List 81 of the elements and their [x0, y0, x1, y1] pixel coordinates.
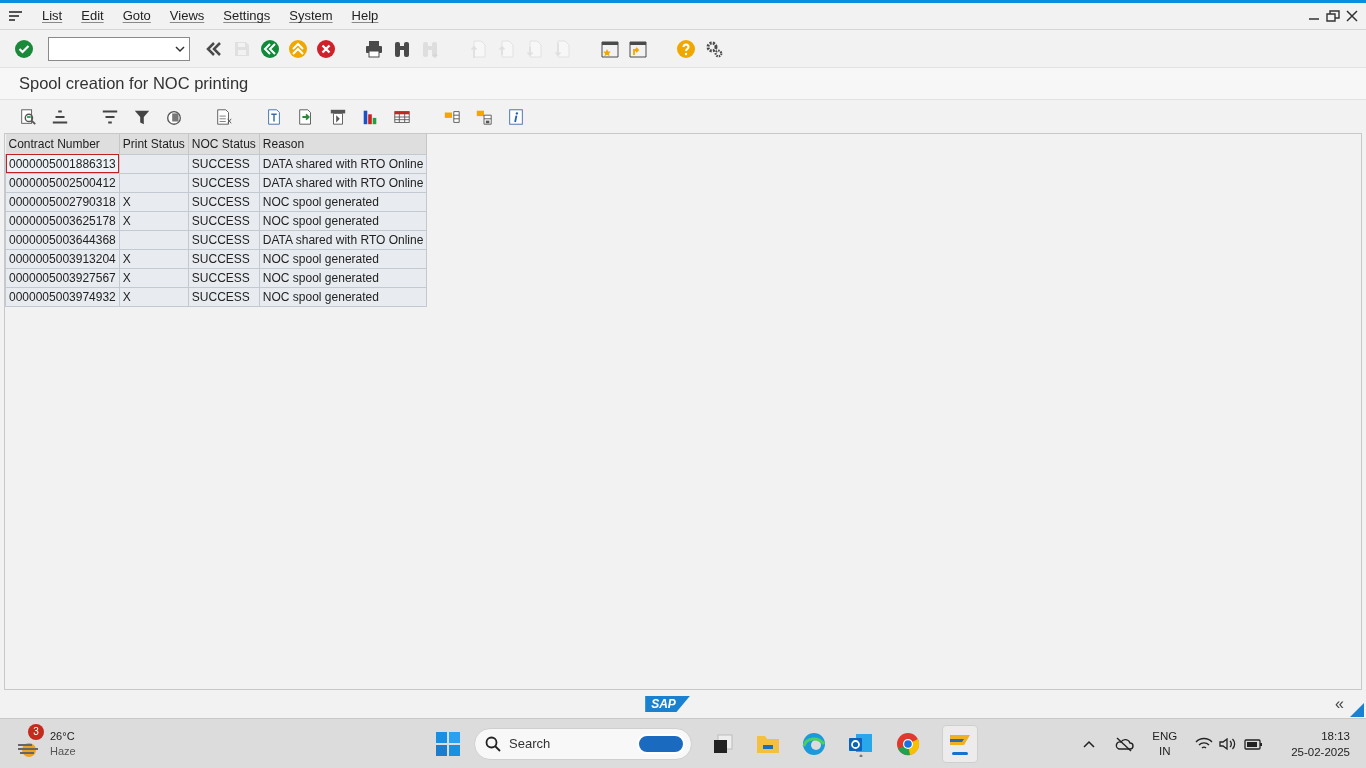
- table-cell: X: [119, 287, 189, 306]
- menu-item[interactable]: List: [42, 6, 63, 26]
- search-input[interactable]: Search: [509, 733, 629, 754]
- region-text: IN: [1158, 743, 1171, 759]
- document-icon[interactable]: [265, 106, 283, 127]
- dropdown-caret-icon[interactable]: [175, 44, 185, 53]
- sap-logo: SAP: [645, 696, 690, 712]
- table-cell: SUCCESS: [188, 287, 260, 306]
- language-indicator[interactable]: ENG IN: [1152, 728, 1178, 759]
- details-icon[interactable]: [19, 106, 37, 127]
- date-text: 25-02-2025: [1291, 744, 1350, 760]
- weather-condition: Haze: [50, 743, 76, 759]
- search-highlight-image: [637, 733, 685, 754]
- table-cell: 0000005002500412: [5, 173, 120, 192]
- restore-icon[interactable]: [1326, 10, 1340, 22]
- checkmark-icon[interactable]: [14, 38, 34, 59]
- table-cell: NOC spool generated: [259, 249, 427, 268]
- command-field[interactable]: [48, 36, 190, 61]
- page-title: Spool creation for NOC printing: [19, 73, 249, 95]
- table-cell: 0000005001886313: [5, 154, 120, 173]
- sap-logon-icon: [948, 732, 972, 747]
- cloud-off-icon[interactable]: [1114, 735, 1135, 752]
- menu-item[interactable]: Goto: [122, 6, 151, 26]
- table-cell: [119, 230, 189, 249]
- task-view-icon[interactable]: [712, 732, 734, 755]
- table-cell: [119, 173, 189, 192]
- time-text: 18:13: [1321, 728, 1350, 744]
- table-cell: DATA shared with RTO Online: [259, 230, 427, 249]
- spreadsheet-icon[interactable]: [215, 106, 233, 127]
- table-cell: NOC spool generated: [259, 268, 427, 287]
- notification-badge: 3: [28, 723, 44, 740]
- cancel-icon[interactable]: [316, 38, 336, 59]
- table-cell: X: [119, 192, 189, 211]
- temperature-text: 26°C: [50, 728, 76, 744]
- table-cell: NOC spool generated: [259, 211, 427, 230]
- table-cell: SUCCESS: [188, 249, 260, 268]
- table-cell: 0000005003913204: [5, 249, 120, 268]
- menu-item[interactable]: Views: [169, 6, 205, 26]
- expand-status-button[interactable]: «: [1335, 692, 1344, 716]
- volume-icon[interactable]: [1219, 736, 1238, 751]
- table-cell: SUCCESS: [188, 230, 260, 249]
- table-cell: 0000005003974932: [5, 287, 120, 306]
- table-cell: DATA shared with RTO Online: [259, 154, 427, 173]
- table-cell: 0000005003625178: [5, 211, 120, 230]
- table-cell: SUCCESS: [188, 211, 260, 230]
- search-icon: [485, 735, 501, 752]
- close-icon[interactable]: [1346, 10, 1358, 22]
- info-icon[interactable]: [507, 106, 525, 127]
- menu-item[interactable]: Settings: [223, 6, 271, 26]
- menu-icon[interactable]: [8, 10, 23, 22]
- chrome-browser-icon[interactable]: [896, 731, 920, 756]
- print-icon[interactable]: [364, 38, 384, 59]
- chevron-up-icon[interactable]: [1082, 738, 1097, 749]
- table-cell: SUCCESS: [188, 192, 260, 211]
- search-field[interactable]: Search: [474, 727, 692, 760]
- table-cell: NOC spool generated: [259, 287, 427, 306]
- language-text: ENG: [1152, 728, 1178, 744]
- table-cell: SUCCESS: [188, 154, 260, 173]
- table-cell: SUCCESS: [188, 268, 260, 287]
- column-header[interactable]: NOC Status: [188, 134, 260, 154]
- table-cell: 0000005003927567: [5, 268, 120, 287]
- table-cell: 0000005002790318: [5, 192, 120, 211]
- table-cell: NOC spool generated: [259, 192, 427, 211]
- sap-logon-taskbar-button[interactable]: [942, 724, 978, 763]
- table-cell: DATA shared with RTO Online: [259, 173, 427, 192]
- table-cell: X: [119, 211, 189, 230]
- battery-icon[interactable]: [1243, 736, 1264, 751]
- clock[interactable]: 18:13 25-02-2025: [1291, 727, 1350, 760]
- column-header[interactable]: Reason: [259, 134, 427, 154]
- back-icon[interactable]: [260, 38, 280, 59]
- windows-start-icon[interactable]: [436, 731, 460, 756]
- menu-item[interactable]: System: [289, 6, 333, 26]
- table-cell: 0000005003644368: [5, 230, 120, 249]
- wifi-icon[interactable]: [1195, 736, 1214, 751]
- column-header[interactable]: Print Status: [119, 134, 189, 154]
- table-cell: X: [119, 249, 189, 268]
- menu-item[interactable]: Edit: [81, 6, 104, 26]
- table-cell: SUCCESS: [188, 173, 260, 192]
- table-cell: X: [119, 268, 189, 287]
- table-cell: [119, 154, 189, 173]
- menu-item[interactable]: Help: [351, 6, 379, 26]
